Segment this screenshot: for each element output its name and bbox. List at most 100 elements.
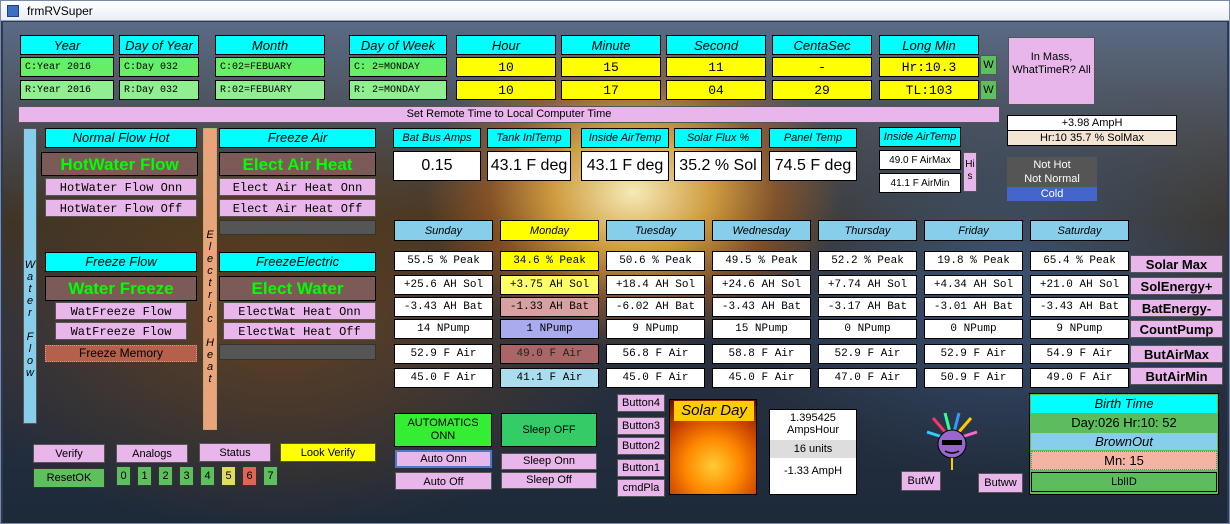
button3[interactable]: Button3 bbox=[617, 417, 665, 435]
digit-indicator-0[interactable]: 0 bbox=[116, 466, 131, 486]
digit-indicator-2[interactable]: 2 bbox=[158, 466, 173, 486]
status-not-normal: Not Normal bbox=[1024, 173, 1080, 185]
day-cell: -3.01 AH Bat bbox=[924, 297, 1023, 317]
lblid-label: LblID bbox=[1031, 472, 1217, 492]
normal-flow-hot-header: Normal Flow Hot bbox=[45, 128, 197, 148]
elect-air-heat-off-button[interactable]: Elect Air Heat Off bbox=[219, 199, 376, 217]
count-pump-button[interactable]: CountPump bbox=[1130, 320, 1223, 338]
bat-energy-minus-button[interactable]: BatEnergy- bbox=[1130, 299, 1223, 317]
month-header: Month bbox=[215, 35, 325, 55]
button2[interactable]: Button2 bbox=[617, 437, 665, 455]
elect-air-heat-indicator: Elect Air Heat bbox=[219, 152, 376, 176]
amps-hour-panel: 1.395425 AmpsHour 16 units -1.33 AmpH bbox=[769, 409, 857, 495]
solmax-value: Hr:10 35.7 % SolMax bbox=[1007, 130, 1177, 146]
brownout-minutes: Mn: 15 bbox=[1031, 451, 1217, 470]
electric-heat-side-label: Electric Heat bbox=[203, 128, 217, 430]
w-button-2[interactable]: W bbox=[980, 80, 997, 100]
digit-indicator-5[interactable]: 5 bbox=[221, 466, 236, 486]
day-cell: 9 NPump bbox=[606, 319, 705, 339]
day-cell: 49.0 F Air bbox=[1030, 368, 1129, 388]
day-of-week-header: Day of Week bbox=[349, 35, 447, 55]
hotwater-flow-off-button[interactable]: HotWater Flow Off bbox=[45, 199, 197, 217]
day-cell: -3.43 AH Bat bbox=[712, 297, 811, 317]
sleep-on-button[interactable]: Sleep Onn bbox=[501, 453, 597, 470]
day-header-sunday: Sunday bbox=[394, 220, 493, 241]
but-air-min-button[interactable]: ButAirMin bbox=[1130, 367, 1223, 385]
amps-hour-value: 1.395425 bbox=[790, 412, 836, 424]
button4[interactable]: Button4 bbox=[617, 394, 665, 412]
reset-ok-button[interactable]: ResetOK bbox=[33, 468, 105, 488]
watfreeze-flow-button-2[interactable]: WatFreeze Flow bbox=[55, 322, 187, 340]
units-value: 16 units bbox=[770, 440, 856, 458]
but-air-max-button[interactable]: ButAirMax bbox=[1130, 345, 1223, 363]
air-max-value: 49.0 F AirMax bbox=[879, 150, 961, 170]
day-cell: +3.75 AH Sol bbox=[500, 275, 599, 295]
w-button-1[interactable]: W bbox=[980, 55, 997, 75]
digit-indicator-1[interactable]: 1 bbox=[137, 466, 152, 486]
but-w-button[interactable]: ButW bbox=[901, 471, 941, 491]
day-cell: 1 NPump bbox=[500, 319, 599, 339]
auto-off-button[interactable]: Auto Off bbox=[395, 472, 492, 490]
his-button[interactable]: His bbox=[963, 152, 977, 192]
day-header-monday: Monday bbox=[500, 220, 599, 241]
hour-local-value: 10 bbox=[456, 57, 556, 77]
analogs-button[interactable]: Analogs bbox=[116, 444, 188, 463]
day-cell: 0 NPump bbox=[818, 319, 917, 339]
hotwater-flow-on-button[interactable]: HotWater Flow Onn bbox=[45, 178, 197, 196]
app-icon bbox=[7, 5, 19, 17]
electwat-heat-off-button[interactable]: ElectWat Heat Off bbox=[223, 322, 376, 340]
day-cell: 41.1 F Air bbox=[500, 368, 599, 388]
day-cell: 50.6 % Peak bbox=[606, 251, 705, 271]
amph-bottom-value: -1.33 AmpH bbox=[783, 465, 843, 477]
day-cell: 45.0 F Air bbox=[606, 368, 705, 388]
amps-hour-unit: AmpsHour bbox=[787, 424, 839, 436]
look-verify-button[interactable]: Look Verify bbox=[280, 443, 376, 462]
day-header-thursday: Thursday bbox=[818, 220, 917, 241]
long-min-header: Long Min bbox=[879, 35, 979, 55]
digit-indicator-4[interactable]: 4 bbox=[200, 466, 215, 486]
freeze-flow-header: Freeze Flow bbox=[45, 252, 197, 272]
robot-icon bbox=[923, 410, 981, 472]
long-min-local-value: Hr:10.3 bbox=[879, 57, 979, 77]
elect-air-heat-on-button[interactable]: Elect Air Heat Onn bbox=[219, 178, 376, 196]
solar-flux-label: Solar Flux % bbox=[674, 128, 762, 148]
day-cell: 50.9 F Air bbox=[924, 368, 1023, 388]
sol-energy-plus-button[interactable]: SolEnergy+ bbox=[1130, 277, 1223, 295]
digit-indicator-3[interactable]: 3 bbox=[179, 466, 194, 486]
day-cell: +18.4 AH Sol bbox=[606, 275, 705, 295]
but-ww-button[interactable]: Butww bbox=[978, 473, 1023, 493]
auto-on-button[interactable]: Auto Onn bbox=[395, 450, 492, 468]
digit-indicator-6[interactable]: 6 bbox=[242, 466, 257, 486]
day-of-week-remote-value: R: 2=MONDAY bbox=[349, 80, 447, 100]
year-header: Year bbox=[20, 35, 114, 55]
day-cell: 0 NPump bbox=[924, 319, 1023, 339]
sleep-status: Sleep OFF bbox=[501, 413, 597, 447]
day-header-wednesday: Wednesday bbox=[712, 220, 811, 241]
day-cell: 52.9 F Air bbox=[818, 344, 917, 364]
tank-inltemp-label: Tank InlTemp bbox=[487, 128, 571, 148]
day-cell: 9 NPump bbox=[1030, 319, 1129, 339]
birth-time-value: Day:026 Hr:10: 52 bbox=[1031, 414, 1217, 432]
freeze-air-header: Freeze Air bbox=[219, 128, 376, 148]
in-mass-button[interactable]: In Mass, WhatTimeR? All bbox=[1008, 37, 1095, 105]
solar-day-image: Solar Day bbox=[669, 399, 757, 495]
button1[interactable]: Button1 bbox=[617, 459, 665, 477]
digit-indicator-7[interactable]: 7 bbox=[263, 466, 278, 486]
verify-button[interactable]: Verify bbox=[33, 444, 105, 463]
day-header-tuesday: Tuesday bbox=[606, 220, 705, 241]
bat-bus-amps-label: Bat Bus Amps bbox=[393, 128, 481, 148]
day-cell: 49.0 F Air bbox=[500, 344, 599, 364]
watfreeze-flow-button-1[interactable]: WatFreeze Flow bbox=[55, 302, 187, 320]
solar-max-button[interactable]: Solar Max bbox=[1130, 255, 1223, 273]
set-remote-time-button[interactable]: Set Remote Time to Local Computer Time bbox=[18, 106, 1000, 123]
day-cell: +7.74 AH Sol bbox=[818, 275, 917, 295]
centasec-remote-value: 29 bbox=[772, 80, 872, 100]
bat-bus-amps-value: 0.15 bbox=[393, 151, 481, 181]
sleep-off-button[interactable]: Sleep Off bbox=[501, 472, 597, 489]
status-cold: Cold bbox=[1007, 187, 1097, 201]
long-min-remote-value: TL:103 bbox=[879, 80, 979, 100]
cmdpla-button[interactable]: cmdPla bbox=[617, 479, 665, 497]
day-cell: -3.43 AH Bat bbox=[394, 297, 493, 317]
electwat-heat-on-button[interactable]: ElectWat Heat Onn bbox=[223, 302, 376, 320]
status-button[interactable]: Status bbox=[199, 443, 271, 462]
